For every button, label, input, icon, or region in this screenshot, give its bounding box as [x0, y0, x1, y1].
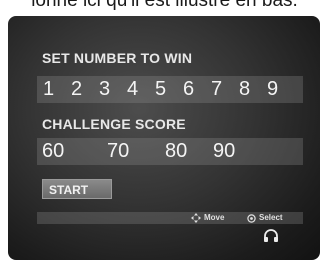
number-option-6[interactable]: 6	[183, 77, 194, 101]
move-hint: Move	[191, 212, 224, 224]
number-option-3[interactable]: 3	[99, 77, 110, 101]
start-button[interactable]: START	[42, 179, 112, 199]
challenge-score-label: CHALLENGE SCORE	[42, 116, 186, 132]
select-hint-label: Select	[259, 213, 283, 222]
headset-icon	[264, 229, 278, 242]
dpad-icon	[191, 213, 201, 223]
select-hint: Select	[247, 212, 283, 224]
score-selector[interactable]: 60 70 80 90	[37, 138, 303, 165]
game-menu-screen: SET NUMBER TO WIN 1 2 3 4 5 6 7 8 9 CHAL…	[8, 16, 320, 260]
score-option-80[interactable]: 80	[165, 139, 187, 163]
number-option-4[interactable]: 4	[127, 77, 138, 101]
number-selector[interactable]: 1 2 3 4 5 6 7 8 9	[37, 76, 303, 103]
page: ionne ici qu'il est illustré en bas. SET…	[0, 0, 329, 262]
number-option-2[interactable]: 2	[71, 77, 82, 101]
select-button-icon	[247, 213, 256, 223]
caption-text: ionne ici qu'il est illustré en bas.	[31, 0, 298, 11]
score-option-60[interactable]: 60	[42, 139, 64, 163]
number-option-5[interactable]: 5	[155, 77, 166, 101]
score-option-70[interactable]: 70	[107, 139, 129, 163]
number-option-9[interactable]: 9	[267, 77, 278, 101]
number-option-1[interactable]: 1	[43, 77, 54, 101]
controls-hint-bar: Move Select	[37, 212, 303, 224]
number-option-7[interactable]: 7	[211, 77, 222, 101]
set-number-label: SET NUMBER TO WIN	[42, 50, 193, 66]
move-hint-label: Move	[204, 213, 225, 222]
number-option-8[interactable]: 8	[239, 77, 250, 101]
score-option-90[interactable]: 90	[213, 139, 235, 163]
